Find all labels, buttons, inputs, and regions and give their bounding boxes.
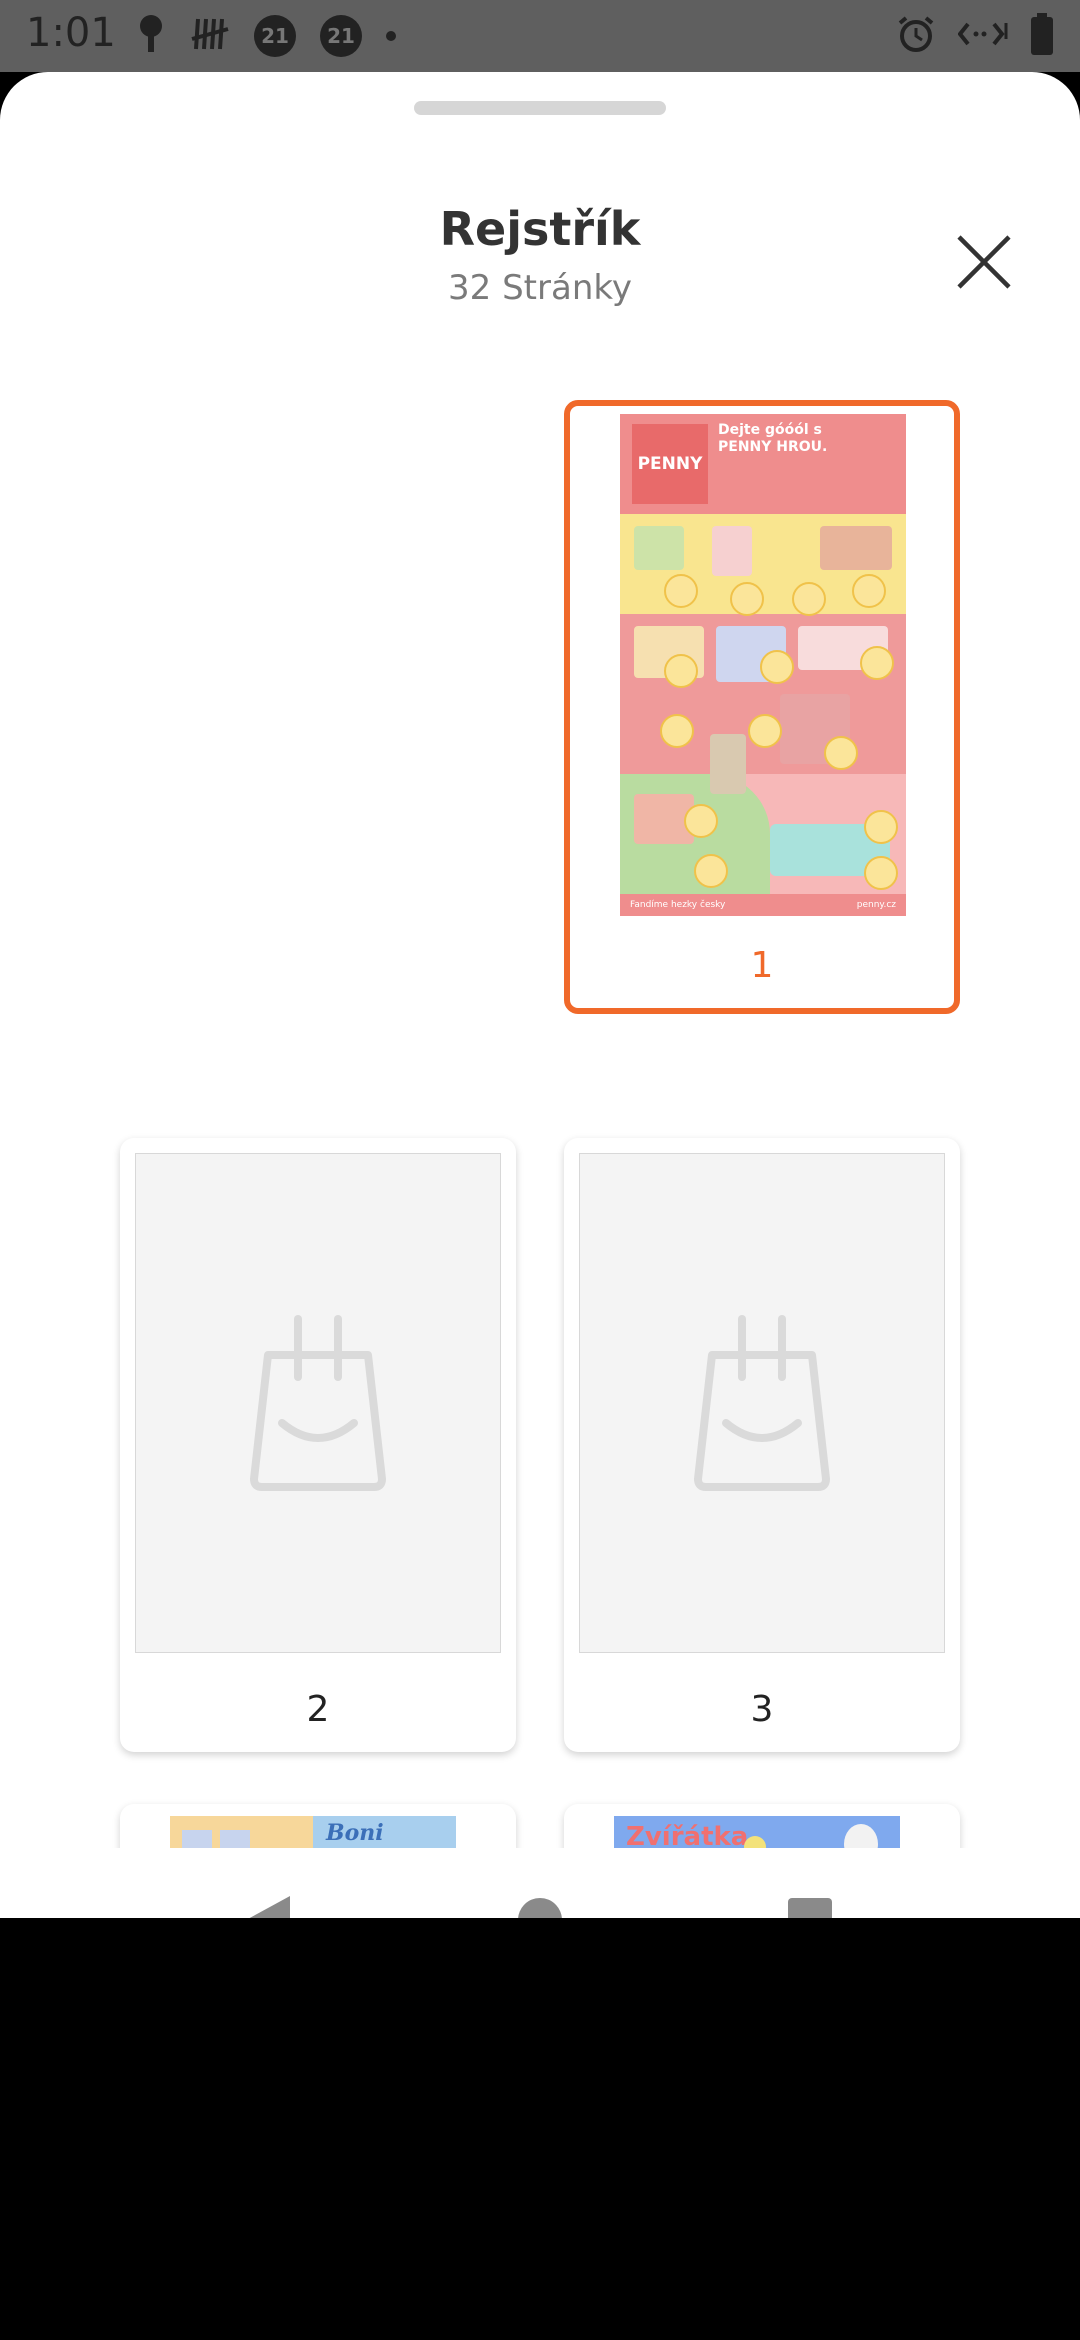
shopping-bag-icon [694, 1315, 830, 1491]
sheet-title: Rejstřík [439, 202, 641, 256]
page-placeholder [135, 1153, 501, 1653]
status-time: 1:01 [26, 10, 116, 56]
penny-logo: PENNY [632, 424, 708, 504]
page-count: 32 Stránky [448, 268, 632, 308]
page-number: 3 [750, 1689, 774, 1730]
badge-icon: 21 [254, 15, 296, 57]
page-thumbnail-5[interactable]: Zvířátka [564, 1804, 960, 1848]
flyer-slogan: Fandíme hezky česky [630, 900, 726, 910]
battery-icon [1030, 12, 1054, 60]
page-number: 1 [750, 945, 774, 986]
notification-icons: 21 21 [136, 14, 396, 58]
recents-icon [788, 1898, 832, 1918]
page-thumbnail-4[interactable]: Boni [120, 1804, 516, 1848]
page-thumbnail-1[interactable]: PENNY Dejte góóól s PENNY HROU. Fandíme … [564, 400, 960, 1014]
screen: 1:01 21 21 Rejstřík 3 2 Stránky PENNY Dej… [0, 0, 1080, 2340]
home-icon [518, 1898, 562, 1918]
promo-label: Zvířátka [626, 1822, 749, 1848]
page-number: 2 [306, 1689, 330, 1730]
recents-button[interactable] [778, 1888, 842, 1918]
more-notifications-dot [386, 31, 396, 41]
tree-icon [136, 14, 166, 59]
back-button[interactable] [236, 1888, 300, 1918]
page-preview: Boni [170, 1816, 456, 1848]
back-icon [249, 1896, 290, 1918]
data-saver-icon [957, 19, 1008, 54]
system-icons [896, 12, 1054, 60]
page-thumbnail-3[interactable]: 3 [564, 1138, 960, 1752]
close-icon [957, 235, 1011, 289]
navigation-bar [0, 1848, 1080, 1918]
status-bar: 1:01 21 21 [0, 0, 1080, 72]
page-grid[interactable]: PENNY Dejte góóól s PENNY HROU. Fandíme … [0, 372, 1080, 1848]
page-thumbnail-2[interactable]: 2 [120, 1138, 516, 1752]
home-button[interactable] [508, 1888, 572, 1918]
tally-icon [190, 17, 230, 56]
close-button[interactable] [944, 222, 1024, 302]
page-index-sheet: Rejstřík 32 Stránky PENNY Dejte góóól s … [0, 72, 1080, 1918]
alarm-icon [896, 14, 936, 59]
flyer-headline: Dejte góóól s PENNY HROU. [718, 422, 828, 455]
badge-icon: 21 [320, 15, 362, 57]
flyer-website: penny.cz [856, 900, 896, 910]
page-preview: Zvířátka [614, 1816, 900, 1848]
brand-label: Boni [326, 1820, 384, 1846]
page-placeholder [579, 1153, 945, 1653]
drag-handle[interactable] [414, 101, 666, 115]
shopping-bag-icon [250, 1315, 386, 1491]
flyer-preview: PENNY Dejte góóól s PENNY HROU. Fandíme … [620, 414, 906, 916]
